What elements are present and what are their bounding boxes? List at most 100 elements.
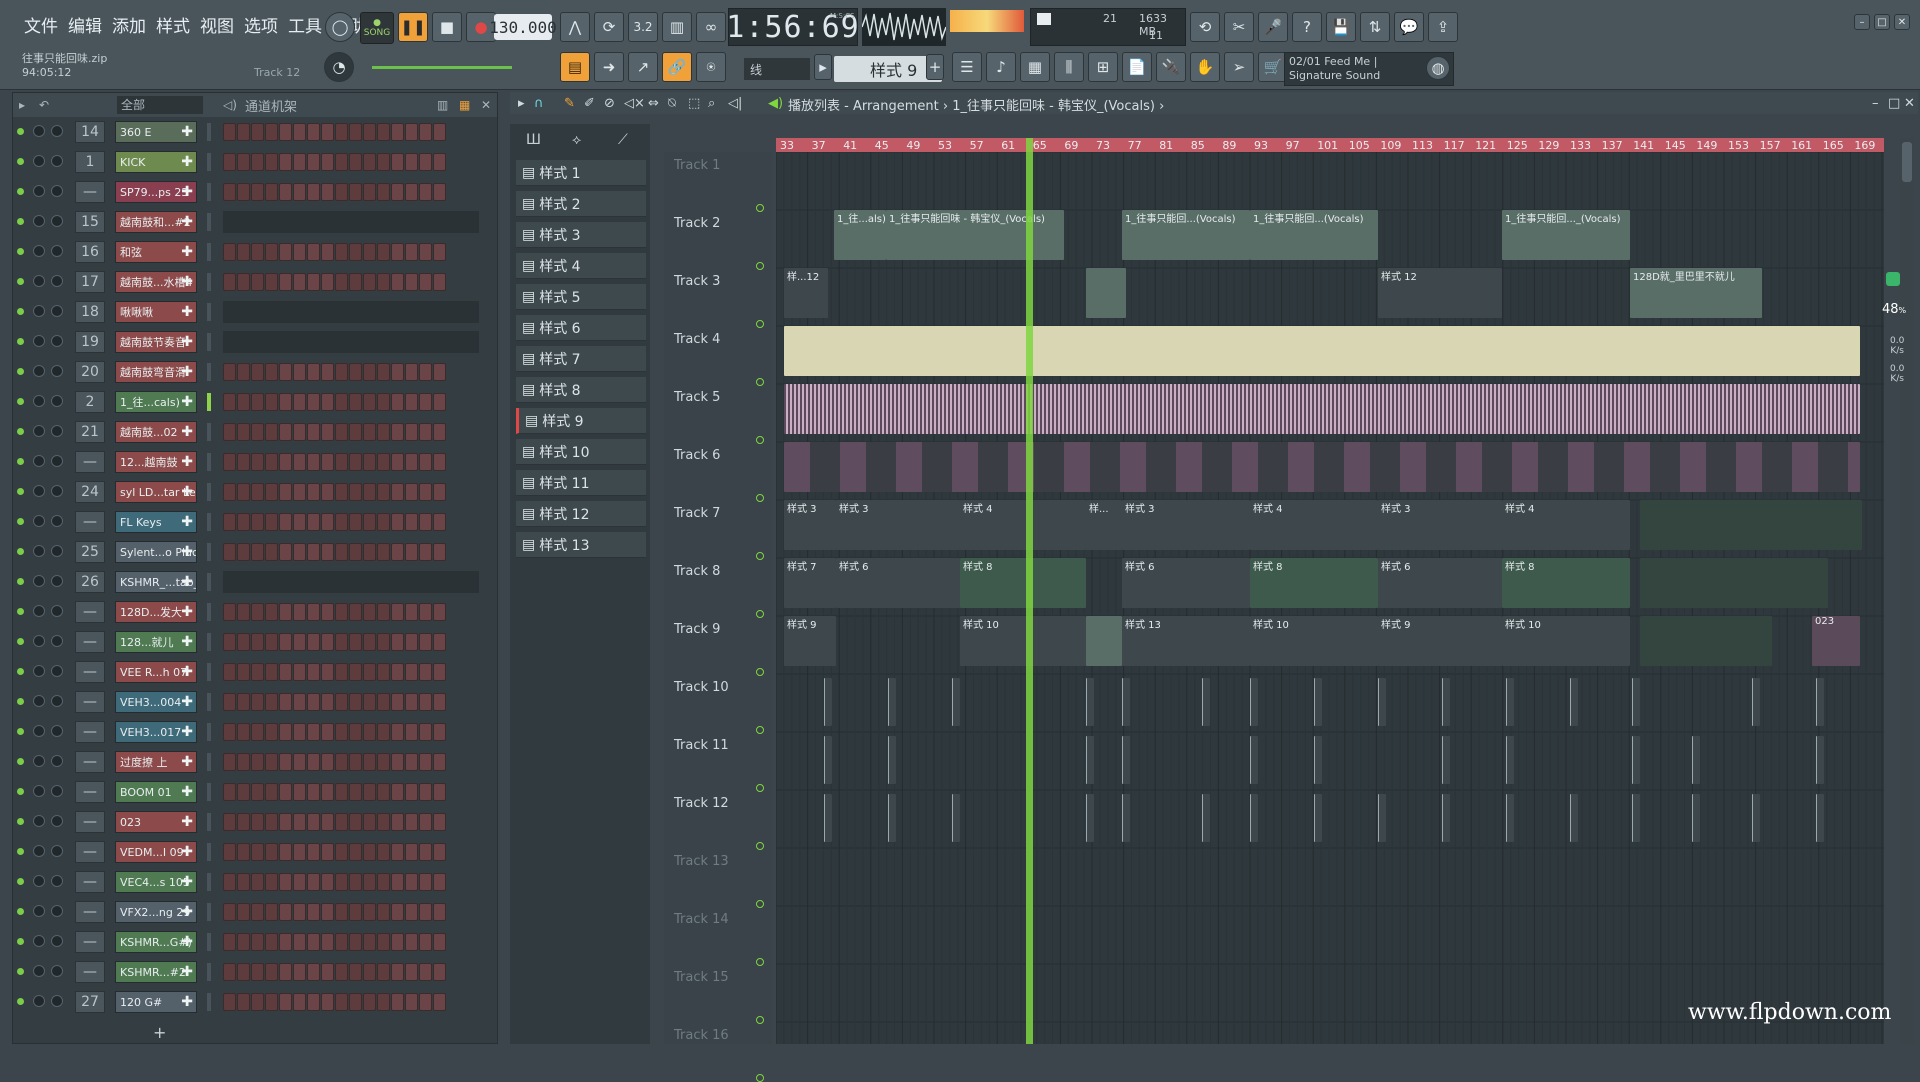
step-button[interactable] xyxy=(265,993,278,1011)
step-button[interactable] xyxy=(293,123,306,141)
channel-mixer-track[interactable]: — xyxy=(75,691,105,713)
step-button[interactable] xyxy=(405,483,418,501)
stamp-icon[interactable]: ⍟ xyxy=(696,52,726,82)
step-button[interactable] xyxy=(265,813,278,831)
step-button[interactable] xyxy=(335,813,348,831)
step-button[interactable] xyxy=(335,903,348,921)
step-button[interactable] xyxy=(419,423,432,441)
one-shot-clip[interactable] xyxy=(1570,794,1578,842)
menu-tools[interactable]: 工具 xyxy=(288,12,322,37)
channel-led-icon[interactable] xyxy=(17,968,24,975)
channel-volume-knob[interactable] xyxy=(51,635,63,647)
channel-led-icon[interactable] xyxy=(17,518,24,525)
step-button[interactable] xyxy=(335,363,348,381)
step-button[interactable] xyxy=(251,933,264,951)
channel-volume-knob[interactable] xyxy=(51,245,63,257)
step-button[interactable] xyxy=(363,783,376,801)
step-button[interactable] xyxy=(363,603,376,621)
step-button[interactable] xyxy=(223,363,236,381)
step-button[interactable] xyxy=(363,273,376,291)
step-button[interactable] xyxy=(405,903,418,921)
track-header[interactable]: Track 8 xyxy=(674,564,720,579)
step-button[interactable] xyxy=(279,483,292,501)
cut-icon[interactable]: ✂ xyxy=(1224,12,1254,42)
step-button[interactable] xyxy=(433,723,446,741)
pattern-item[interactable]: ▤ 样式 2 xyxy=(516,191,646,217)
step-button[interactable] xyxy=(349,543,362,561)
snap-selector[interactable]: 线 xyxy=(744,58,810,80)
step-button[interactable] xyxy=(293,423,306,441)
channel-name-button[interactable]: 023 ✚ xyxy=(115,811,197,833)
channel-led-icon[interactable] xyxy=(17,278,24,285)
channel-select-indicator[interactable] xyxy=(207,723,211,741)
step-button[interactable] xyxy=(405,153,418,171)
step-button[interactable] xyxy=(237,783,250,801)
countdown-icon[interactable]: 3.2 xyxy=(628,12,658,42)
channel-select-indicator[interactable] xyxy=(207,753,211,771)
step-button[interactable] xyxy=(251,543,264,561)
step-button[interactable] xyxy=(419,453,432,471)
channel-volume-knob[interactable] xyxy=(51,725,63,737)
channel-volume-knob[interactable] xyxy=(51,575,63,587)
zoom-icon[interactable]: ⌕ xyxy=(708,96,715,111)
step-button[interactable] xyxy=(363,393,376,411)
channel-led-icon[interactable] xyxy=(17,938,24,945)
step-button[interactable] xyxy=(251,393,264,411)
step-button[interactable] xyxy=(433,753,446,771)
clip-vocals-4[interactable]: 1_往事只能回...(Vocals) xyxy=(1250,210,1378,260)
clip-track7-7[interactable]: 样式 3 xyxy=(1378,500,1502,550)
channel-row[interactable]: — SP79...ps 23 ✚ xyxy=(13,179,499,205)
step-button[interactable] xyxy=(321,903,334,921)
step-button[interactable] xyxy=(223,153,236,171)
step-button[interactable] xyxy=(349,123,362,141)
channel-name-button[interactable]: FL Keys ✚ xyxy=(115,511,197,533)
channel-pan-knob[interactable] xyxy=(33,545,45,557)
step-button[interactable] xyxy=(363,843,376,861)
chat-icon[interactable]: 💬 xyxy=(1394,12,1424,42)
channel-select-indicator[interactable] xyxy=(207,633,211,651)
track-mute-led[interactable] xyxy=(756,842,764,850)
step-button[interactable] xyxy=(223,723,236,741)
clip-track8-7[interactable]: 样式 8 xyxy=(1502,558,1630,608)
channel-mixer-track[interactable]: 16 xyxy=(75,241,105,263)
track-header[interactable]: Track 16 xyxy=(674,1028,729,1043)
step-button[interactable] xyxy=(251,153,264,171)
step-button[interactable] xyxy=(363,543,376,561)
step-button[interactable] xyxy=(377,663,390,681)
step-button[interactable] xyxy=(279,393,292,411)
track-mute-led[interactable] xyxy=(756,958,764,966)
clip-track6[interactable] xyxy=(784,442,1860,492)
clip-track9-4[interactable]: 样式 13 xyxy=(1122,616,1250,666)
one-shot-clip[interactable] xyxy=(888,678,896,726)
channel-select-indicator[interactable] xyxy=(207,963,211,981)
step-button[interactable] xyxy=(307,363,320,381)
step-button[interactable] xyxy=(251,993,264,1011)
step-button[interactable] xyxy=(321,663,334,681)
step-button[interactable] xyxy=(405,243,418,261)
step-button[interactable] xyxy=(349,153,362,171)
step-button[interactable] xyxy=(321,183,334,201)
channel-pan-knob[interactable] xyxy=(33,935,45,947)
browser-icon[interactable]: 📄 xyxy=(1122,52,1152,82)
one-shot-clip[interactable] xyxy=(1506,794,1514,842)
clip-track8-1[interactable]: 样式 7 xyxy=(784,558,836,608)
track-header[interactable]: Track 11 xyxy=(674,738,729,753)
pattern-item[interactable]: ▤ 样式 8 xyxy=(516,377,646,403)
channel-pan-knob[interactable] xyxy=(33,365,45,377)
step-button[interactable] xyxy=(419,873,432,891)
step-button[interactable] xyxy=(335,453,348,471)
step-button[interactable] xyxy=(363,423,376,441)
step-button[interactable] xyxy=(279,753,292,771)
step-button[interactable] xyxy=(307,873,320,891)
step-button[interactable] xyxy=(419,363,432,381)
step-button[interactable] xyxy=(251,513,264,531)
step-button[interactable] xyxy=(237,423,250,441)
step-button[interactable] xyxy=(251,453,264,471)
one-shot-clip[interactable] xyxy=(1632,794,1640,842)
step-button[interactable] xyxy=(307,243,320,261)
step-button[interactable] xyxy=(279,633,292,651)
step-button[interactable] xyxy=(433,693,446,711)
track-header[interactable]: Track 5 xyxy=(674,390,720,405)
clip-track9-9[interactable]: 023 xyxy=(1812,616,1860,666)
channel-led-icon[interactable] xyxy=(17,458,24,465)
